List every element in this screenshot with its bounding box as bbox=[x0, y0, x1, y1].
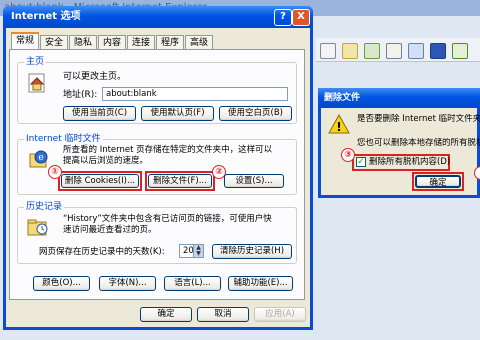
history-description-line2: 速访问最近查看过的页。 bbox=[63, 225, 157, 235]
home-description: 可以更改主页。 bbox=[63, 72, 127, 82]
tab-connections[interactable]: 连接 bbox=[127, 35, 155, 49]
help-button[interactable]: ? bbox=[274, 9, 292, 26]
mail-icon[interactable] bbox=[386, 43, 402, 59]
annotation-3: ③ bbox=[341, 148, 355, 162]
warning-icon: ! bbox=[328, 113, 350, 137]
svg-text:e: e bbox=[38, 153, 43, 163]
delete-offline-checkbox[interactable]: ✓ bbox=[356, 157, 366, 167]
print-icon[interactable] bbox=[408, 43, 424, 59]
delete-cookies-button[interactable]: 删除 Cookies(I)... bbox=[61, 174, 139, 188]
home-group-label: 主页 bbox=[24, 57, 47, 68]
tab-general[interactable]: 常规 bbox=[11, 32, 39, 49]
history-description-line1: “History”文件夹中包含有已访问页的链接，可使用户快 bbox=[63, 214, 272, 224]
temp-description-line1: 所查看的 Internet 页存储在特定的文件夹中，这样可以 bbox=[63, 145, 273, 155]
dialog-title-bar: Internet 选项 ? X bbox=[3, 6, 313, 28]
use-default-button[interactable]: 使用默认页(F) bbox=[141, 106, 214, 121]
messenger-icon[interactable] bbox=[452, 43, 468, 59]
home-address-input[interactable]: about:blank bbox=[102, 87, 288, 101]
history-icon[interactable] bbox=[364, 43, 380, 59]
temp-files-group-label: Internet 临时文件 bbox=[24, 134, 103, 145]
ok-button[interactable]: 确定 bbox=[140, 307, 192, 322]
ie-files-icon: e bbox=[28, 148, 50, 173]
favorites-icon[interactable] bbox=[342, 43, 358, 59]
accessibility-button[interactable]: 辅助功能(E)... bbox=[228, 276, 293, 291]
apply-button[interactable]: 应用(A) bbox=[254, 307, 306, 322]
tab-security[interactable]: 安全 bbox=[40, 35, 68, 49]
delete-dialog-message-2: 您也可以删除本地存储的所有脱机 bbox=[357, 138, 480, 148]
fonts-button[interactable]: 字体(N)... bbox=[99, 276, 156, 291]
svg-text:!: ! bbox=[336, 120, 341, 134]
tab-programs[interactable]: 程序 bbox=[156, 35, 184, 49]
use-current-button[interactable]: 使用当前页(C) bbox=[63, 106, 136, 121]
languages-button[interactable]: 语言(L)... bbox=[164, 276, 221, 291]
settings-button[interactable]: 设置(S)... bbox=[224, 174, 284, 188]
use-blank-button[interactable]: 使用空白页(B) bbox=[219, 106, 292, 121]
clear-history-button[interactable]: 清除历史记录(H) bbox=[212, 244, 292, 259]
days-stepper[interactable]: ▲ ▼ bbox=[193, 245, 203, 257]
tab-content[interactable]: 内容 bbox=[98, 35, 126, 49]
address-label: 地址(R): bbox=[63, 90, 98, 100]
colors-button[interactable]: 颜色(O)... bbox=[33, 276, 90, 291]
delete-dialog-message-1: 是否要删除 Internet 临时文件夹 bbox=[357, 114, 480, 124]
history-group-label: 历史记录 bbox=[24, 202, 65, 213]
delete-offline-label: 删除所有脱机内容(D) bbox=[369, 157, 451, 167]
delete-dialog-title: 删除文件 bbox=[318, 88, 480, 108]
temp-description-line2: 提高以后浏览的速度。 bbox=[63, 156, 149, 166]
cancel-button[interactable]: 取消 bbox=[197, 307, 249, 322]
house-icon bbox=[26, 72, 48, 97]
dialog-title: Internet 选项 bbox=[11, 11, 81, 22]
history-days-label: 网页保存在历史记录中的天数(K): bbox=[39, 247, 165, 257]
stop-icon[interactable] bbox=[320, 43, 336, 59]
browser-toolbar bbox=[316, 38, 480, 62]
delete-files-button[interactable]: 删除文件(F)... bbox=[148, 174, 212, 188]
history-folder-icon bbox=[26, 217, 50, 240]
close-button[interactable]: X bbox=[292, 9, 310, 26]
edit-icon[interactable] bbox=[430, 43, 446, 59]
tab-privacy[interactable]: 隐私 bbox=[69, 35, 97, 49]
tab-advanced[interactable]: 高级 bbox=[185, 35, 213, 49]
delete-ok-button[interactable]: 确定 bbox=[415, 175, 461, 188]
annotation-1: ① bbox=[48, 165, 62, 179]
